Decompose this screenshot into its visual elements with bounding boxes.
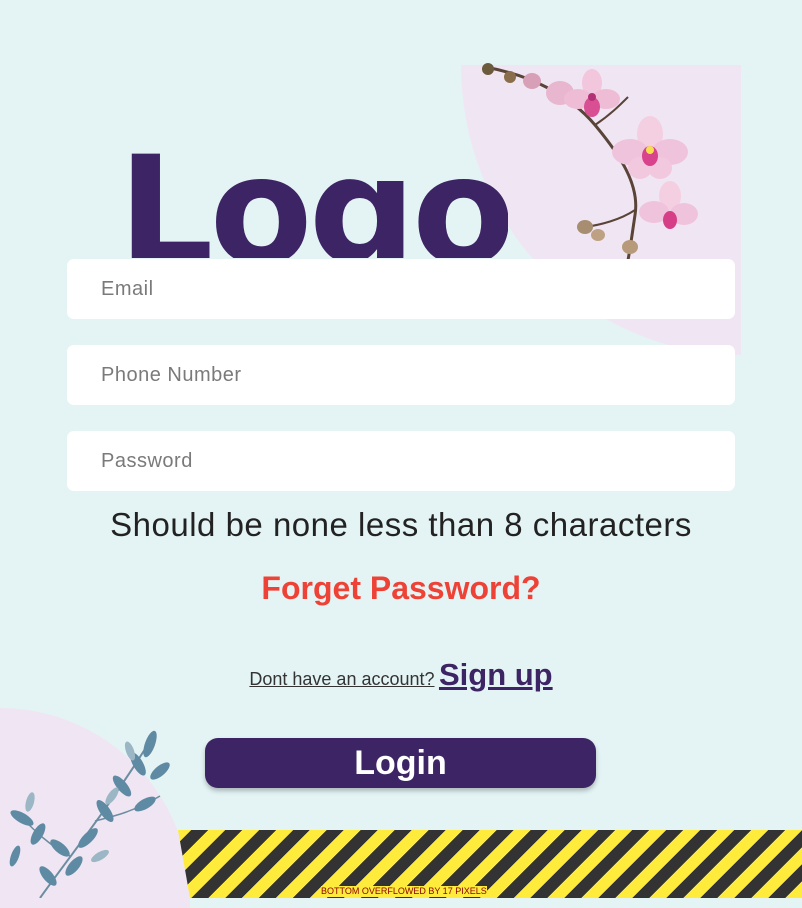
signup-link[interactable]: Sign up [439,657,553,692]
password-field[interactable] [67,431,735,491]
overflow-warning-stripes [178,830,802,898]
logo-text: Logo [118,140,508,258]
password-hint: Should be none less than 8 characters [110,506,692,543]
signup-question: Dont have an account? [249,669,435,689]
email-field[interactable] [67,259,735,319]
phone-number-field[interactable] [67,345,735,405]
forgot-password-link[interactable]: Forget Password? [0,570,802,607]
logo: Logo [118,140,508,258]
login-button[interactable]: Login [205,738,596,788]
leaf-branch-icon [9,730,170,898]
signup-row: Dont have an account? Sign up [0,657,802,693]
overflow-warning-text: BOTTOM OVERFLOWED BY 17 PIXELS [321,886,487,897]
